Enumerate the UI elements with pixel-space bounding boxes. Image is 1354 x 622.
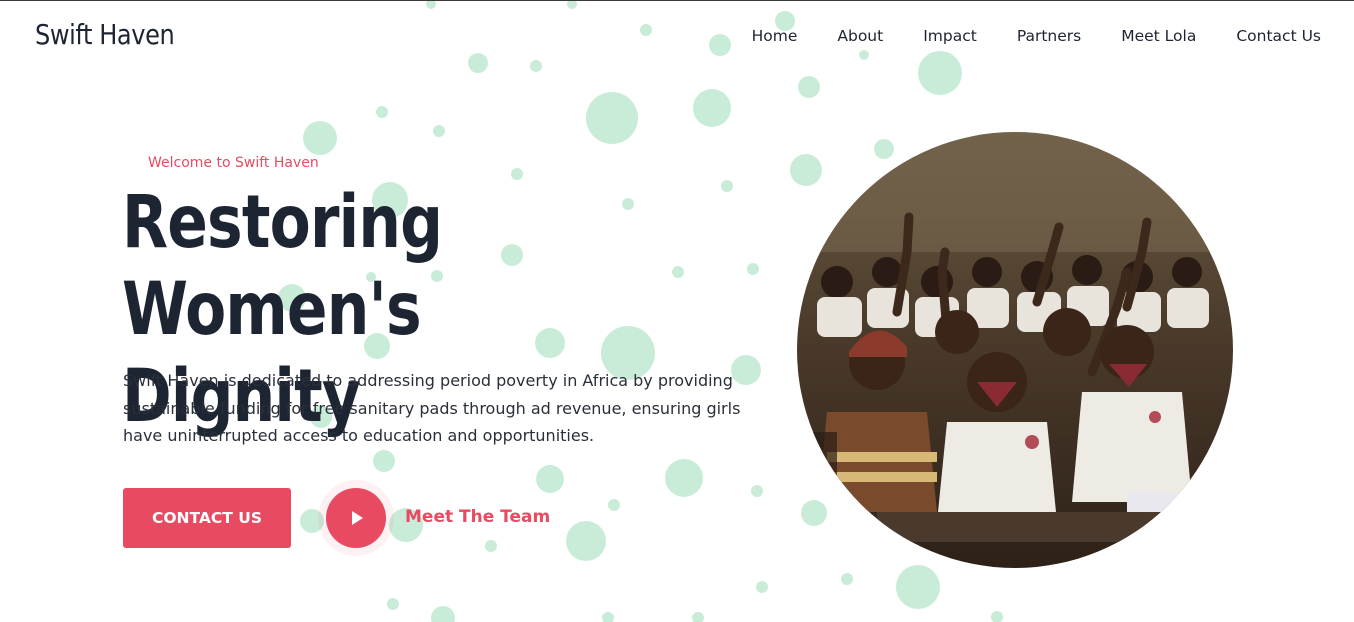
dot xyxy=(387,598,399,610)
dot xyxy=(692,612,704,622)
dot xyxy=(640,24,652,36)
dot xyxy=(751,485,763,497)
dot xyxy=(801,500,827,526)
dot xyxy=(485,540,497,552)
nav-partners[interactable]: Partners xyxy=(1017,27,1081,45)
dot xyxy=(530,60,542,72)
dot xyxy=(300,509,324,533)
dot xyxy=(756,581,768,593)
nav-contact-us[interactable]: Contact Us xyxy=(1236,27,1321,45)
meet-the-team-link[interactable]: Meet The Team xyxy=(405,507,550,527)
dot xyxy=(608,499,620,511)
contact-us-button[interactable]: CONTACT US xyxy=(123,488,291,548)
hero-eyebrow: Welcome to Swift Haven xyxy=(148,155,319,171)
dot xyxy=(586,92,638,144)
dot xyxy=(896,565,940,609)
dot xyxy=(468,53,488,73)
dot xyxy=(566,521,606,561)
dot xyxy=(665,459,703,497)
dot xyxy=(747,263,759,275)
nav-about[interactable]: About xyxy=(837,27,883,45)
main-nav: Home About Impact Partners Meet Lola Con… xyxy=(752,27,1321,45)
dot xyxy=(790,154,822,186)
dot xyxy=(376,106,388,118)
nav-home[interactable]: Home xyxy=(752,27,798,45)
hero-title-line1: Restoring Women's xyxy=(122,180,443,352)
dot xyxy=(709,34,731,56)
dot xyxy=(874,139,894,159)
dot xyxy=(303,121,337,155)
page: Swift Haven Home About Impact Partners M… xyxy=(0,0,1354,622)
hero-photo xyxy=(797,132,1233,568)
play-button[interactable] xyxy=(326,488,386,548)
dot xyxy=(433,125,445,137)
dot xyxy=(798,76,820,98)
dot xyxy=(567,1,577,9)
dot xyxy=(373,450,395,472)
play-icon xyxy=(352,511,363,525)
dot xyxy=(431,606,455,622)
dot xyxy=(859,50,869,60)
dot xyxy=(602,612,614,622)
nav-meet-lola[interactable]: Meet Lola xyxy=(1121,27,1196,45)
dot xyxy=(426,1,436,9)
dot xyxy=(693,89,731,127)
dot xyxy=(918,51,962,95)
brand-logo[interactable]: Swift Haven xyxy=(35,18,175,51)
dot xyxy=(841,573,853,585)
hero-description: Swift Haven is dedicated to addressing p… xyxy=(123,371,741,445)
dot xyxy=(991,611,1003,622)
nav-impact[interactable]: Impact xyxy=(923,27,977,45)
classroom-photo-illustration xyxy=(797,132,1233,568)
dot xyxy=(536,465,564,493)
